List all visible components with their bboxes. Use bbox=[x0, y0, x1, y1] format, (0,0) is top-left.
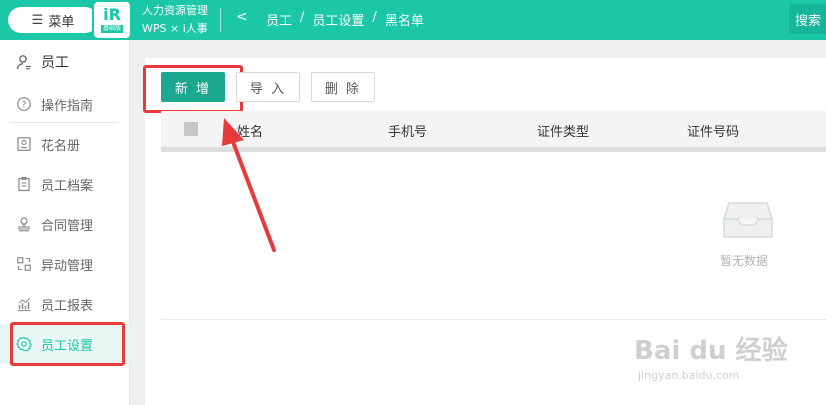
watermark-url: jingyan.baidu.com bbox=[638, 369, 740, 382]
watermark-brand-text: Bai du 经验 bbox=[634, 336, 788, 366]
watermark-brand: Bai du 经验 bbox=[634, 330, 788, 367]
baidu-watermark: Bai du 经验 jingyan.baidu.com bbox=[634, 330, 788, 382]
